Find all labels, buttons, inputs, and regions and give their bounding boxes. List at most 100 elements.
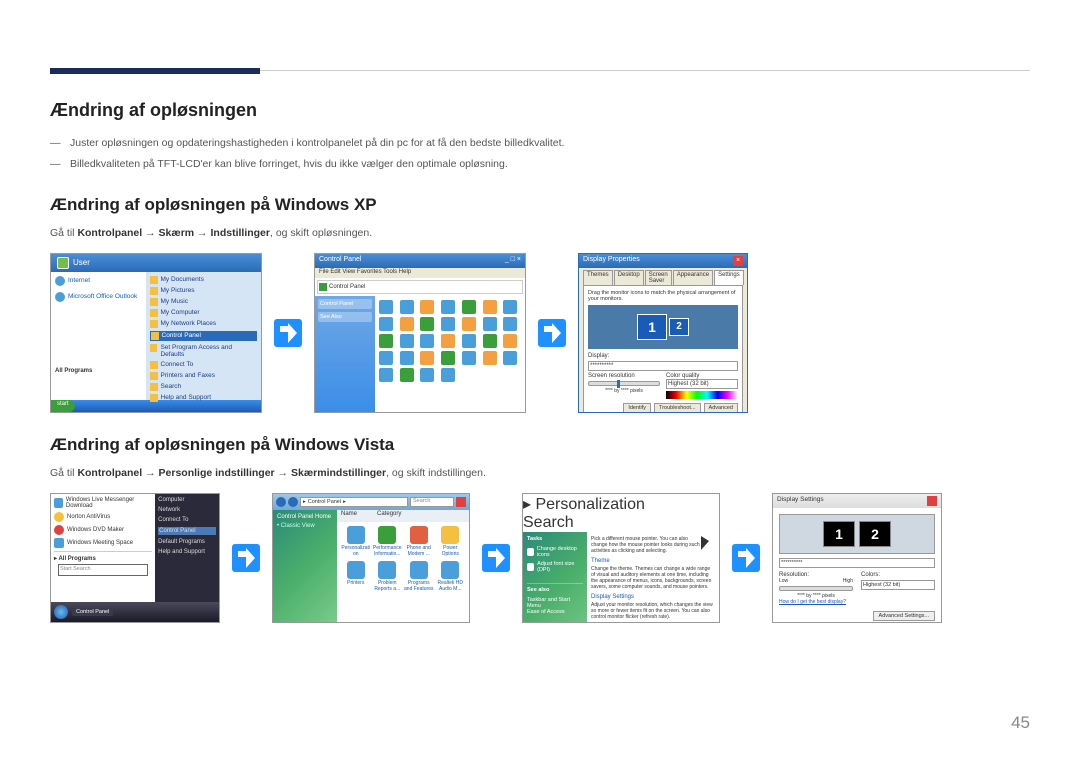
screenshot-vista-personalization: ▸ Personalization Search Tasks Change de… <box>522 493 720 623</box>
tasks-title: Tasks <box>527 536 583 542</box>
font-size-icon <box>527 563 534 571</box>
norton-icon <box>54 512 64 522</box>
troubleshoot-button: Troubleshoot... <box>654 403 700 413</box>
path-seg-1: Kontrolpanel <box>77 467 142 479</box>
start-item: My Music <box>161 298 188 306</box>
classic-view-link: • Classic View <box>277 523 333 529</box>
start-item: Default Programs <box>158 539 216 545</box>
screenshot-xp-display-properties: Display Properties× Themes Desktop Scree… <box>578 253 748 413</box>
start-item: Search <box>161 383 182 391</box>
desktop-icons-icon <box>527 548 534 556</box>
printer-icon <box>150 372 158 380</box>
instruction-text: Drag the monitor icons to match the phys… <box>588 290 738 302</box>
start-button: start <box>51 400 75 412</box>
tab-screensaver: Screen Saver <box>645 270 672 285</box>
cp-icon <box>319 283 327 291</box>
computer-icon <box>150 309 158 317</box>
display-combo: ********** <box>588 361 738 371</box>
monitor-combo: ********** <box>779 558 935 568</box>
screenshot-xp-control-panel: Control Panel_ □ × File Edit View Favori… <box>314 253 526 413</box>
programs-icon <box>150 344 158 352</box>
messenger-icon <box>54 498 63 508</box>
screenshot-vista-control-panel: ▸ Control Panel ▸ Search Control Panel H… <box>272 493 470 623</box>
start-item-selected: Control Panel <box>158 527 216 535</box>
address-bar: Control Panel <box>317 280 523 294</box>
personalization-icon <box>347 526 365 544</box>
cp-item-icon <box>400 300 414 314</box>
search-input: Start Search <box>58 564 148 576</box>
start-item: Printers and Faxes <box>161 372 216 380</box>
help-link: How do I get the best display? <box>779 599 935 605</box>
resolution-slider <box>779 586 853 591</box>
cp-item-icon <box>379 368 393 382</box>
outlook-icon <box>55 292 65 302</box>
cp-item-icon <box>441 351 455 365</box>
forward-icon <box>288 497 298 507</box>
arrow-right-icon <box>274 319 302 347</box>
cp-item-icon <box>462 317 476 331</box>
tasks-sidebar: Tasks Change desktop icons Adjust font s… <box>523 532 587 623</box>
connect-icon <box>150 361 158 369</box>
close-icon: × <box>733 256 743 266</box>
cp-item: Problem Reports a... <box>373 580 403 592</box>
cp-item-icon <box>462 351 476 365</box>
start-item: My Pictures <box>161 287 195 295</box>
vista-taskbar: Control Panel <box>51 602 219 622</box>
resolution-label: Screen resolution <box>588 373 660 379</box>
cp-item-icon <box>483 317 497 331</box>
programs-icon <box>410 561 428 579</box>
monitor-arrangement: 1 2 <box>588 305 738 349</box>
cp-item-icon <box>379 334 393 348</box>
resolution-slider <box>588 381 660 386</box>
search-field: Search <box>410 497 454 507</box>
cp-item-icon <box>483 300 497 314</box>
taskbar-item: Control Panel <box>72 608 113 616</box>
cp-item-icon <box>400 334 414 348</box>
see-also-link: Ease of Access <box>527 609 583 615</box>
settings-pane: Drag the monitor icons to match the phys… <box>583 285 743 413</box>
start-item: Connect To <box>158 517 216 523</box>
path-prefix: Gå til <box>50 467 77 479</box>
screenshot-vista-display-settings: Display Settings 1 2 ********** Resoluti… <box>772 493 942 623</box>
cp-item: Phone and Modem ... <box>404 545 434 557</box>
start-item: My Documents <box>161 276 204 284</box>
cp-item: Personalizati on <box>341 545 371 557</box>
path-seg-2: Skærm <box>159 227 195 239</box>
path-suffix: , og skift indstillingen. <box>386 467 486 479</box>
display-label: Display: <box>588 353 738 359</box>
start-item: Norton AntiVirus <box>67 514 110 520</box>
resolution-value: **** by **** pixels <box>588 388 660 394</box>
phone-icon <box>410 526 428 544</box>
header-accent-bar <box>50 68 260 74</box>
cp-sidebar: Control Panel Home • Classic View <box>273 510 337 623</box>
tab-desktop: Desktop <box>614 270 644 285</box>
start-item: Computer <box>158 497 216 503</box>
monitor-2-icon: 2 <box>859 521 891 547</box>
controlpanel-icon <box>151 332 159 340</box>
theme-heading: Theme <box>591 558 715 564</box>
path-seg-1: Kontrolpanel <box>77 227 142 239</box>
screenshot-vista-start-menu: Windows Live Messenger Download Norton A… <box>50 493 220 623</box>
window-title: Display Properties× <box>579 254 747 268</box>
all-programs: All Programs <box>58 556 95 562</box>
cp-icon-grid: Personalizati on Performance Informatio.… <box>337 522 469 623</box>
user-name: User <box>73 258 90 267</box>
cp-sidebar: Control Panel See Also <box>315 296 375 413</box>
cp-item-icon <box>503 300 517 314</box>
resolution-value: **** by **** pixels <box>779 593 853 599</box>
path-prefix: Gå til <box>50 227 77 239</box>
cp-item-icon <box>483 351 497 365</box>
dvdmaker-icon <box>54 525 64 535</box>
cp-icon-grid <box>375 296 525 413</box>
page-content: Ændring af opløsningen Juster opløsninge… <box>50 100 1030 623</box>
folder-icon <box>150 287 158 295</box>
color-combo: Highest (32 bit) <box>861 580 935 590</box>
path-suffix: , og skift opløsningen. <box>270 227 372 239</box>
arrow-sep: → <box>142 227 158 239</box>
list-header: NameCategory <box>337 510 469 522</box>
monitor-1-icon: 1 <box>637 314 667 340</box>
description-text: Change the theme. Themes can change a wi… <box>591 566 715 590</box>
cp-item: Programs and Features <box>404 580 434 592</box>
close-icon <box>927 496 937 506</box>
start-item: Help and Support <box>158 549 216 555</box>
